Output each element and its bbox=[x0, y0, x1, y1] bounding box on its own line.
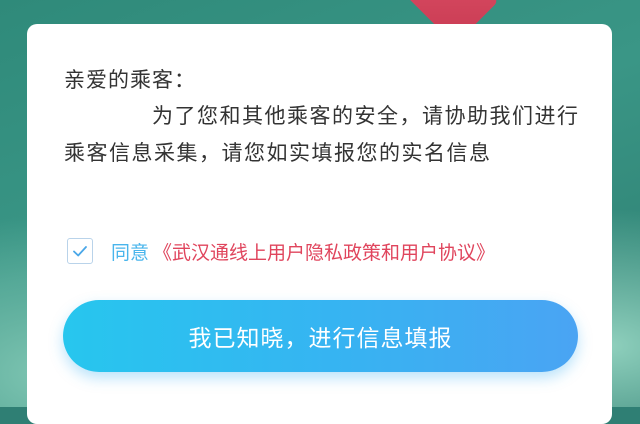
agreement-checkbox[interactable] bbox=[67, 238, 93, 264]
checkmark-icon bbox=[73, 246, 87, 257]
agree-label: 同意 bbox=[111, 241, 150, 264]
dialog-message: 为了您和其他乘客的安全，请协助我们进行乘客信息采集，请您如实填报您的实名信息 bbox=[64, 104, 580, 165]
privacy-policy-link[interactable]: 《武汉通线上用户隐私政策和用户协议》 bbox=[153, 238, 495, 265]
agreement-row: 同意 《武汉通线上用户隐私政策和用户协议》 bbox=[67, 234, 495, 268]
confirm-info-button[interactable]: 我已知晓，进行信息填报 bbox=[63, 300, 578, 372]
info-collection-dialog: 亲爱的乘客： 为了您和其他乘客的安全，请协助我们进行乘客信息采集，请您如实填报您… bbox=[27, 24, 612, 424]
dialog-greeting: 亲爱的乘客： bbox=[64, 68, 196, 92]
